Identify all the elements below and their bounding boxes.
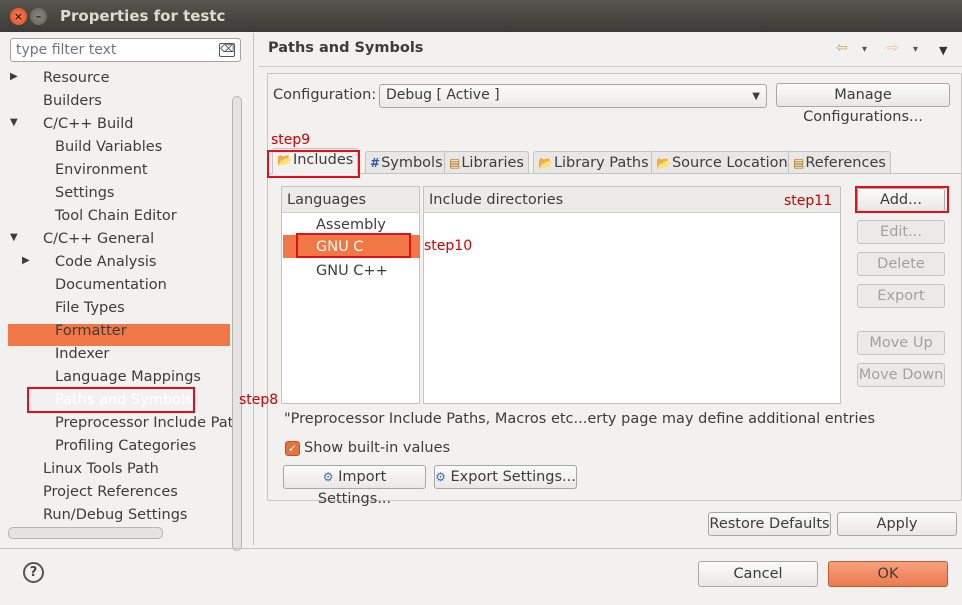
chevron-down-icon: ▼ [752, 91, 760, 102]
view-menu-icon[interactable]: ▼ [939, 44, 947, 57]
page-title: Paths and Symbols [268, 40, 424, 56]
window-title: Properties for testc [60, 7, 226, 25]
tab-label: Symbols [381, 155, 443, 171]
import-icon: ⚙ [322, 470, 334, 484]
show-built-in-label: Show built-in values [304, 440, 451, 456]
tab-libraries[interactable]: ▤Libraries [444, 151, 529, 173]
tree-item-cc-general[interactable]: C/C++ General [43, 228, 154, 250]
tab-label: Library Paths [553, 155, 649, 171]
filter-input[interactable] [11, 39, 206, 61]
edit-button[interactable]: Edit... [857, 220, 945, 244]
step10-highlight-box [296, 233, 411, 258]
panel-divider[interactable] [253, 33, 254, 545]
configuration-select[interactable]: Debug [ Active ] ▼ [379, 84, 767, 108]
tree-item-builders[interactable]: Builders [43, 90, 102, 112]
tab-references[interactable]: ▤References [788, 151, 891, 173]
step11-highlight-box [855, 186, 949, 213]
step8-label: step8 [239, 392, 279, 408]
move-up-button[interactable]: Move Up [857, 331, 945, 355]
step10-label: step10 [424, 238, 473, 254]
restore-defaults-button[interactable]: Restore Defaults [708, 512, 831, 536]
clear-filter-icon[interactable]: ⌫ [219, 43, 235, 57]
tree-item-environment[interactable]: Environment [55, 159, 148, 181]
tree-item-resource[interactable]: Resource [43, 67, 110, 89]
export-icon: ⚙ [435, 470, 446, 484]
language-gnu-cpp[interactable]: GNU C++ [316, 260, 388, 282]
tree-item-cc-build[interactable]: C/C++ Build [43, 113, 133, 135]
footer-separator [0, 548, 962, 549]
import-settings-button[interactable]: ⚙ Import Settings... [283, 465, 426, 507]
back-dropdown-icon[interactable]: ▾ [862, 44, 867, 55]
tree-item-linux-tools-path[interactable]: Linux Tools Path [43, 458, 159, 480]
tree-item-tool-chain-editor[interactable]: Tool Chain Editor [55, 205, 177, 227]
tree-item-documentation[interactable]: Documentation [55, 274, 167, 296]
languages-header[interactable]: Languages [282, 187, 419, 213]
configuration-label: Configuration: [273, 87, 377, 103]
export-button[interactable]: Export [857, 284, 945, 308]
collapse-arrow-icon[interactable]: ▼ [10, 232, 18, 243]
tree-item-language-mappings[interactable]: Language Mappings [55, 366, 201, 388]
library-icon: ▤ [449, 156, 461, 170]
hash-icon: # [370, 156, 381, 170]
tree-item-indexer[interactable]: Indexer [55, 343, 109, 365]
tree-item-project-references[interactable]: Project References [43, 481, 178, 503]
export-settings-button[interactable]: ⚙ Export Settings... [434, 465, 577, 489]
tree-horizontal-scrollbar[interactable] [8, 527, 163, 539]
apply-button[interactable]: Apply [837, 512, 957, 536]
tree-item-formatter[interactable]: Formatter [55, 320, 127, 342]
include-directories-list[interactable]: Include directories [423, 186, 841, 404]
step11-label: step11 [784, 193, 833, 209]
move-down-button[interactable]: Move Down [857, 363, 945, 387]
include-directories-header[interactable]: Include directories [424, 187, 840, 213]
filter-box: ⌫ [10, 38, 241, 62]
forward-dropdown-icon[interactable]: ▾ [913, 44, 918, 55]
title-bar: × – Properties for testc [0, 0, 962, 32]
scroll-thumb[interactable] [232, 96, 242, 551]
folder-icon: 📂 [538, 156, 553, 170]
minimize-window-icon[interactable]: – [30, 8, 47, 25]
step9-label: step9 [271, 132, 311, 148]
show-built-in-checkbox[interactable]: ✓ [285, 441, 300, 456]
folder-icon: 📂 [656, 156, 671, 170]
property-tree: ▶ Resource Builders ▼ C/C++ Build Build … [0, 66, 244, 530]
close-window-icon[interactable]: × [10, 8, 27, 25]
configuration-value: Debug [ Active ] [386, 87, 500, 103]
step9-highlight-box [267, 150, 360, 178]
cancel-button[interactable]: Cancel [698, 561, 818, 587]
tree-item-code-analysis[interactable]: Code Analysis [55, 251, 156, 273]
separator [258, 66, 962, 67]
tree-item-profiling-categories[interactable]: Profiling Categories [55, 435, 196, 457]
tree-item-build-variables[interactable]: Build Variables [55, 136, 162, 158]
tree-item-run-debug-settings[interactable]: Run/Debug Settings [43, 504, 187, 526]
tab-label: Source Location [671, 155, 788, 171]
languages-list: Languages Assembly GNU C GNU C++ [281, 186, 420, 404]
tree-item-file-types[interactable]: File Types [55, 297, 125, 319]
tab-baseline [269, 173, 961, 174]
tab-label: References [805, 155, 886, 171]
manage-configurations-button[interactable]: Manage Configurations... [776, 83, 950, 125]
tab-source-location[interactable]: 📂Source Location [651, 151, 793, 173]
forward-arrow-icon[interactable]: ⇨ [887, 40, 899, 56]
tab-label: Libraries [461, 155, 524, 171]
tree-vertical-scrollbar[interactable] [231, 66, 243, 551]
info-note: "Preprocessor Include Paths, Macros etc.… [284, 411, 875, 427]
tab-symbols[interactable]: #Symbols [365, 151, 448, 173]
properties-dialog: × – Properties for testc ⌫ ▶ Resource Bu… [0, 0, 962, 605]
collapse-arrow-icon[interactable]: ▼ [10, 117, 18, 128]
references-icon: ▤ [793, 156, 805, 170]
tab-library-paths[interactable]: 📂Library Paths [533, 151, 654, 173]
step8-highlight-box [27, 387, 195, 413]
expand-arrow-icon[interactable]: ▶ [10, 71, 18, 82]
tree-item-settings[interactable]: Settings [55, 182, 114, 204]
ok-button[interactable]: OK [828, 561, 948, 587]
button-label: Export Settings... [450, 469, 576, 485]
delete-button[interactable]: Delete [857, 252, 945, 276]
tree-item-preprocessor-include-path[interactable]: Preprocessor Include Path [55, 412, 242, 434]
expand-arrow-icon[interactable]: ▶ [22, 255, 30, 266]
help-icon[interactable]: ? [23, 562, 44, 583]
back-arrow-icon[interactable]: ⇦ [836, 40, 848, 56]
